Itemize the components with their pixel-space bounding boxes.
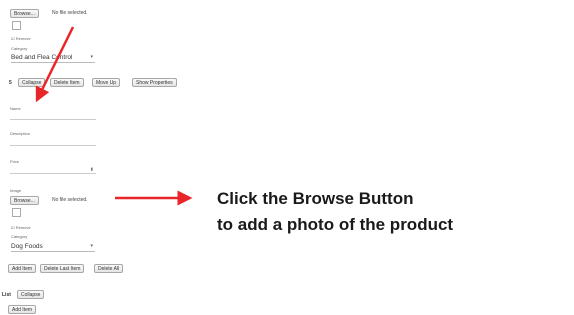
description-input[interactable] xyxy=(10,143,96,146)
delete-all-button[interactable]: Delete All xyxy=(94,264,124,273)
file-status: No file selected. xyxy=(52,197,88,203)
delete-last-item-button[interactable]: Delete Last Item xyxy=(40,264,85,273)
callout-line-2: to add a photo of the product xyxy=(217,215,454,234)
remove-checkbox[interactable]: ☑ Remove xyxy=(11,225,31,230)
chevron-down-icon: ▾ xyxy=(90,54,93,60)
category-label-top: Category xyxy=(11,46,28,51)
spinner-icon: ⬍ xyxy=(89,167,94,173)
collapse-button[interactable]: Collapse xyxy=(18,78,46,87)
image-thumbnail xyxy=(12,208,21,217)
image-label: Image xyxy=(10,188,22,193)
add-item-button[interactable]: Add Item xyxy=(8,264,37,273)
chevron-down-icon: ▾ xyxy=(90,243,93,249)
arrow-to-name-field-icon xyxy=(35,26,193,206)
category-select[interactable]: Dog Foods ▾ xyxy=(11,243,95,252)
bottom-add-item-button[interactable]: Add Item xyxy=(8,305,37,314)
image-thumbnail-top xyxy=(12,21,21,30)
item-number: 5 xyxy=(9,80,12,86)
list-label: List xyxy=(2,292,11,298)
category-value: Dog Foods xyxy=(11,243,43,250)
category-value-top: Bed and Flea Control xyxy=(11,54,73,61)
file-status-top: No file selected. xyxy=(52,10,88,16)
price-input[interactable]: ⬍ xyxy=(10,167,96,174)
callout-line-1: Click the Browse Button xyxy=(217,189,414,208)
browse-button[interactable]: Browse... xyxy=(10,196,39,205)
list-collapse-button[interactable]: Collapse xyxy=(17,290,45,299)
delete-item-button[interactable]: Delete Item xyxy=(50,78,84,87)
category-select-top[interactable]: Bed and Flea Control ▾ xyxy=(11,54,95,63)
move-up-button[interactable]: Move Up xyxy=(92,78,121,87)
price-label: Price xyxy=(10,159,20,164)
remove-checkbox-top[interactable]: ☑ Remove xyxy=(11,36,31,41)
category-label: Category xyxy=(11,234,28,239)
browse-button-top[interactable]: Browse... xyxy=(10,9,39,18)
name-input[interactable] xyxy=(10,117,96,120)
remove-label-top: Remove xyxy=(15,36,31,41)
description-label: Description xyxy=(10,131,31,136)
show-properties-button[interactable]: Show Properties xyxy=(132,78,177,87)
name-label: Name xyxy=(10,106,21,111)
remove-label: Remove xyxy=(15,225,31,230)
